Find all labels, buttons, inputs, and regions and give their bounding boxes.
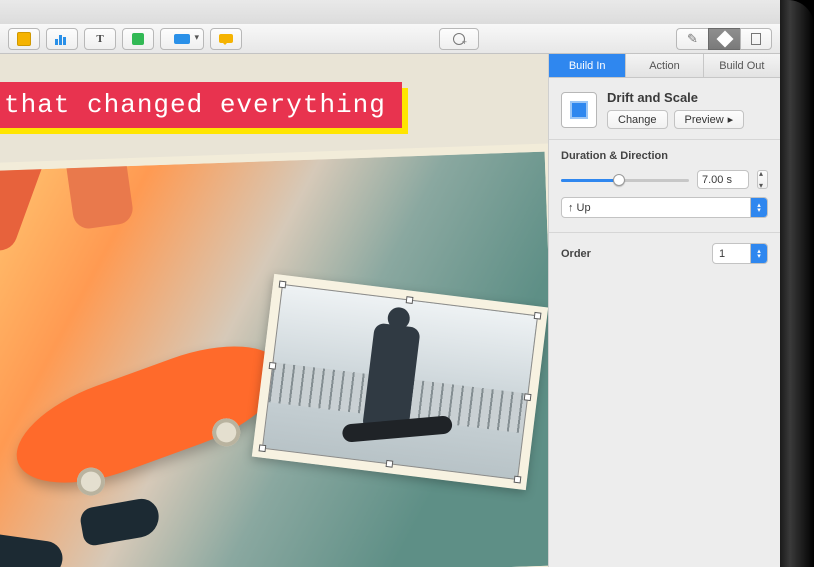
chart-icon bbox=[55, 33, 69, 45]
popup-chevron-icon: ▴▾ bbox=[750, 198, 767, 217]
animate-tab-button[interactable] bbox=[708, 28, 740, 50]
document-tab-button[interactable] bbox=[740, 28, 772, 50]
duration-field[interactable]: 7.00 s bbox=[697, 170, 749, 189]
effect-header: Drift and Scale Change Preview ▸ bbox=[549, 78, 780, 139]
selection-handle[interactable] bbox=[269, 362, 277, 370]
duration-value: 7.00 s bbox=[702, 174, 732, 186]
tab-action[interactable]: Action bbox=[626, 54, 703, 77]
preview-effect-button[interactable]: Preview ▸ bbox=[674, 110, 745, 129]
slider-thumb[interactable] bbox=[613, 174, 625, 186]
play-icon: ▸ bbox=[728, 113, 734, 126]
shape-button[interactable] bbox=[122, 28, 154, 50]
photo-skateboard bbox=[3, 324, 297, 504]
duration-direction-section: Duration & Direction 7.00 s ↑ Up ▴▾ bbox=[549, 139, 780, 232]
selection-handle[interactable] bbox=[279, 281, 287, 289]
selection-handle[interactable] bbox=[514, 476, 522, 484]
media-icon bbox=[174, 34, 190, 44]
order-label: Order bbox=[561, 248, 591, 260]
table-button[interactable] bbox=[8, 28, 40, 50]
slide-title-banner[interactable]: that changed everything bbox=[0, 82, 402, 128]
toolbar: T ✎ bbox=[0, 24, 780, 54]
effect-thumbnail bbox=[561, 92, 597, 128]
comment-button[interactable] bbox=[210, 28, 242, 50]
photo-shoe bbox=[0, 533, 65, 567]
preview-label: Preview bbox=[685, 114, 724, 126]
slider-fill bbox=[561, 179, 619, 182]
animate-diamond-icon bbox=[716, 30, 733, 47]
duration-direction-label: Duration & Direction bbox=[561, 150, 768, 162]
collaborate-button[interactable] bbox=[439, 28, 479, 50]
popup-chevron-icon: ▴▾ bbox=[750, 244, 767, 263]
photo-fg-leg bbox=[43, 143, 134, 230]
duration-stepper[interactable] bbox=[757, 170, 768, 189]
photo-board bbox=[342, 415, 453, 443]
selection-handle[interactable] bbox=[259, 444, 267, 452]
duration-slider[interactable] bbox=[561, 173, 689, 187]
text-button[interactable]: T bbox=[84, 28, 116, 50]
animate-inspector: Build In Action Build Out Drift and Scal… bbox=[548, 54, 780, 567]
tab-build-in[interactable]: Build In bbox=[549, 54, 626, 77]
selection-handle[interactable] bbox=[406, 296, 414, 304]
direction-popup[interactable]: ↑ Up ▴▾ bbox=[561, 197, 768, 218]
inspector-mode-segment: ✎ bbox=[676, 28, 772, 50]
format-tab-button[interactable]: ✎ bbox=[676, 28, 708, 50]
chart-button[interactable] bbox=[46, 28, 78, 50]
effect-thumb-square-icon bbox=[570, 101, 588, 119]
selection-handle[interactable] bbox=[534, 312, 542, 320]
change-effect-button[interactable]: Change bbox=[607, 110, 668, 129]
shape-icon bbox=[132, 33, 144, 45]
tab-build-out[interactable]: Build Out bbox=[704, 54, 780, 77]
selection-handle[interactable] bbox=[386, 460, 394, 468]
comment-icon bbox=[219, 34, 233, 43]
order-section: Order 1 ▴▾ bbox=[549, 232, 780, 278]
media-button[interactable] bbox=[160, 28, 204, 50]
direction-value: ↑ Up bbox=[568, 202, 591, 214]
table-icon bbox=[17, 32, 31, 46]
inset-photo-selected[interactable] bbox=[252, 274, 548, 490]
text-icon: T bbox=[96, 33, 103, 45]
photo-shoe bbox=[79, 496, 162, 547]
document-icon bbox=[751, 33, 761, 45]
order-popup[interactable]: 1 ▴▾ bbox=[712, 243, 768, 264]
collaborate-icon bbox=[453, 33, 465, 45]
selection-handle[interactable] bbox=[524, 393, 532, 401]
slide-canvas[interactable]: that changed everything bbox=[0, 54, 548, 567]
order-value: 1 bbox=[719, 248, 725, 260]
effect-name: Drift and Scale bbox=[607, 90, 744, 105]
format-paintbrush-icon: ✎ bbox=[687, 31, 698, 47]
build-tabs: Build In Action Build Out bbox=[549, 54, 780, 78]
window-chrome-strip bbox=[0, 0, 780, 24]
